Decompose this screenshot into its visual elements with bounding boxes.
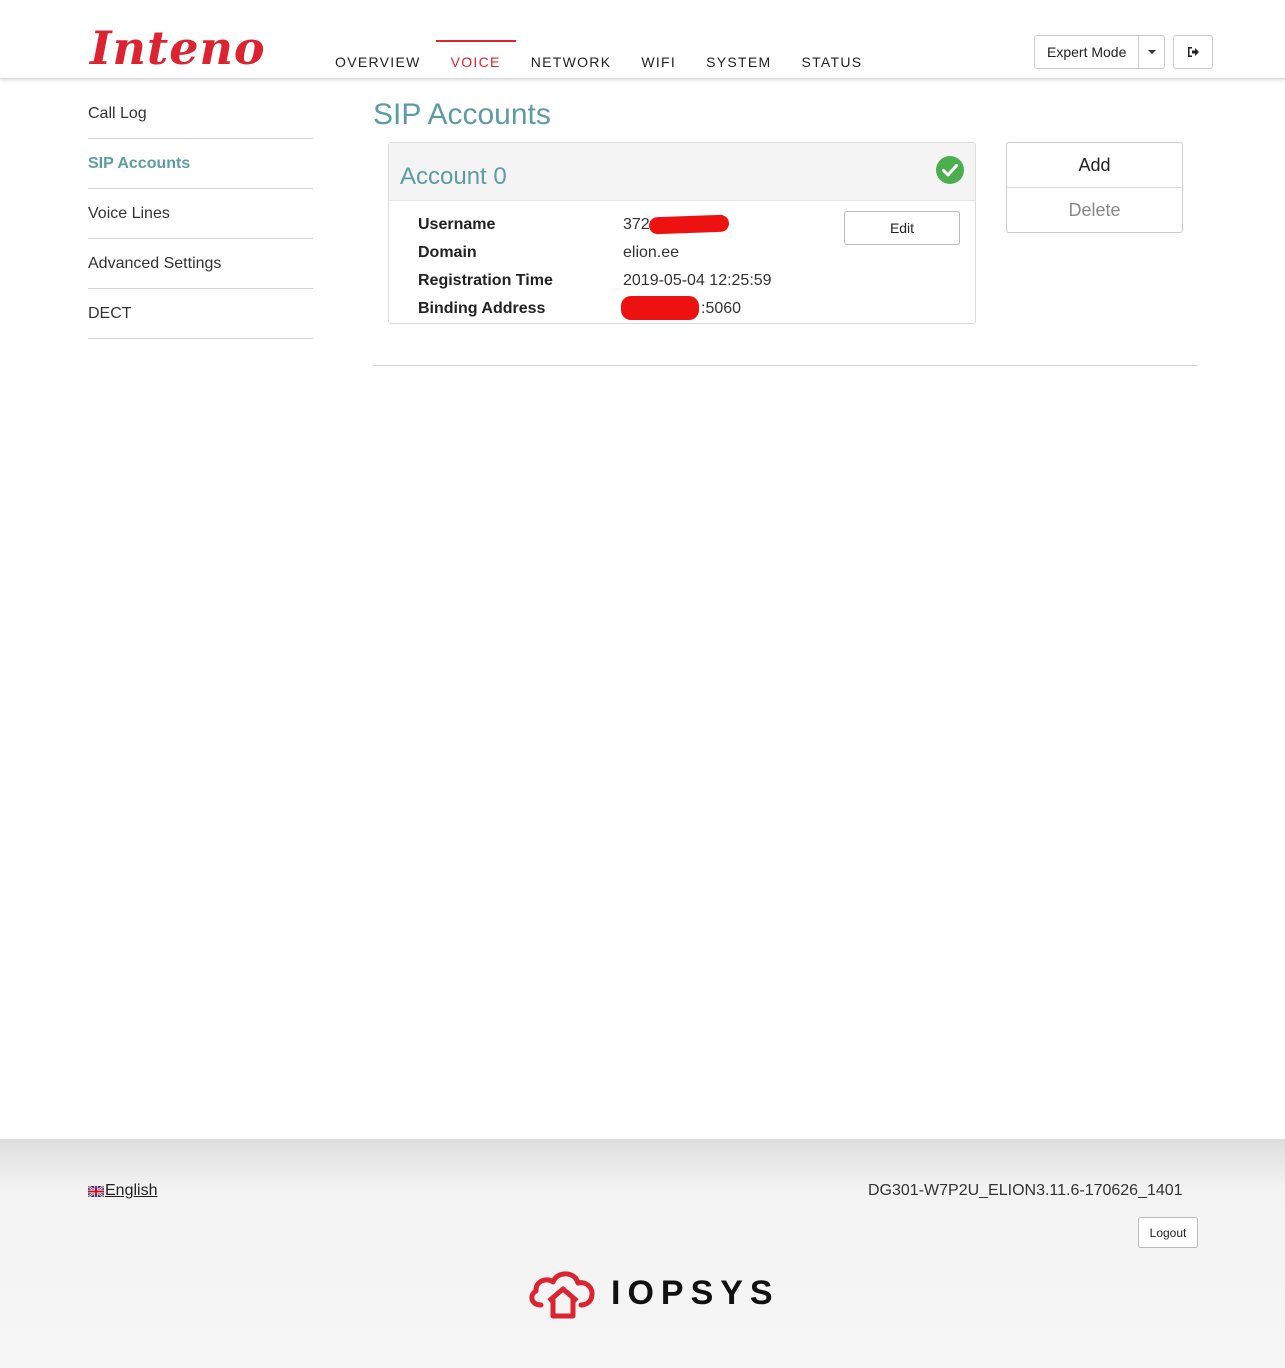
nav-tab-network[interactable]: NETWORK (516, 40, 627, 78)
sidebar-item-call-log[interactable]: Call Log (88, 89, 313, 139)
sip-account-card: Account 0 Username 372 Domain elion.ee R… (388, 142, 976, 324)
account-actions: Add Delete (1006, 142, 1183, 233)
username-value: 372 (623, 214, 730, 235)
firmware-version: DG301-W7P2U_ELION3.11.6-170626_1401 (868, 1182, 1183, 1199)
top-header: Inteno OVERVIEW VOICE NETWORK WIFI SYSTE… (0, 0, 1285, 79)
redaction-mark (648, 214, 730, 235)
delete-account-button[interactable]: Delete (1007, 188, 1182, 232)
voice-sidebar: Call Log SIP Accounts Voice Lines Advanc… (88, 89, 313, 339)
cloud-house-icon (529, 1271, 595, 1319)
sidebar-item-voice-lines[interactable]: Voice Lines (88, 189, 313, 239)
nav-tab-wifi[interactable]: WIFI (626, 40, 691, 78)
sidebar-item-sip-accounts[interactable]: SIP Accounts (88, 139, 313, 189)
expert-mode-button[interactable]: Expert Mode (1035, 36, 1140, 68)
nav-tab-overview[interactable]: OVERVIEW (320, 40, 436, 78)
nav-tab-system[interactable]: SYSTEM (691, 40, 786, 78)
edit-account-button[interactable]: Edit (844, 211, 960, 245)
page-title: SIP Accounts (373, 98, 551, 131)
nav-tab-voice[interactable]: VOICE (435, 40, 516, 78)
account-row-domain: Domain elion.ee (418, 239, 772, 267)
nav-tab-status[interactable]: STATUS (786, 40, 877, 78)
sign-out-button[interactable] (1173, 35, 1213, 69)
language-selector: English (88, 1182, 157, 1200)
content-divider (373, 365, 1198, 366)
sidebar-item-dect[interactable]: DECT (88, 289, 313, 339)
iopsys-logo: IOPSYS (527, 1267, 780, 1319)
sidebar-item-advanced-settings[interactable]: Advanced Settings (88, 239, 313, 289)
inteno-logo[interactable]: Inteno (90, 22, 266, 74)
registration-time-value: 2019-05-04 12:25:59 (623, 272, 772, 289)
binding-address-label: Binding Address (418, 300, 546, 317)
binding-port-text: :5060 (701, 300, 742, 317)
mode-selector: Expert Mode (1034, 35, 1166, 69)
username-label: Username (418, 216, 496, 233)
account-row-binding-address: Binding Address :5060 (418, 295, 772, 323)
caret-down-icon (1147, 50, 1156, 54)
account-title: Account 0 (400, 163, 507, 190)
username-text: 372 (623, 216, 650, 233)
language-link[interactable]: English (105, 1182, 157, 1200)
check-circle-icon (936, 156, 964, 184)
sign-out-icon (1187, 47, 1199, 57)
account-row-username: Username 372 (418, 211, 772, 239)
binding-address-value: :5060 (621, 296, 742, 320)
redaction-mark (621, 296, 699, 320)
main-nav: OVERVIEW VOICE NETWORK WIFI SYSTEM STATU… (320, 40, 877, 78)
page-footer: English DG301-W7P2U_ELION3.11.6-170626_1… (0, 1139, 1285, 1368)
uk-flag-icon (88, 1185, 104, 1197)
account-row-registration-time: Registration Time 2019-05-04 12:25:59 (418, 267, 772, 295)
account-card-header: Account 0 (389, 143, 975, 201)
account-details: Username 372 Domain elion.ee Registratio… (418, 211, 772, 323)
domain-label: Domain (418, 244, 477, 261)
logout-button[interactable]: Logout (1138, 1217, 1198, 1248)
mode-dropdown-toggle[interactable] (1139, 36, 1164, 68)
registration-time-label: Registration Time (418, 272, 553, 289)
domain-value: elion.ee (623, 244, 680, 261)
iopsys-wordmark: IOPSYS (611, 1273, 780, 1312)
add-account-button[interactable]: Add (1007, 143, 1182, 188)
